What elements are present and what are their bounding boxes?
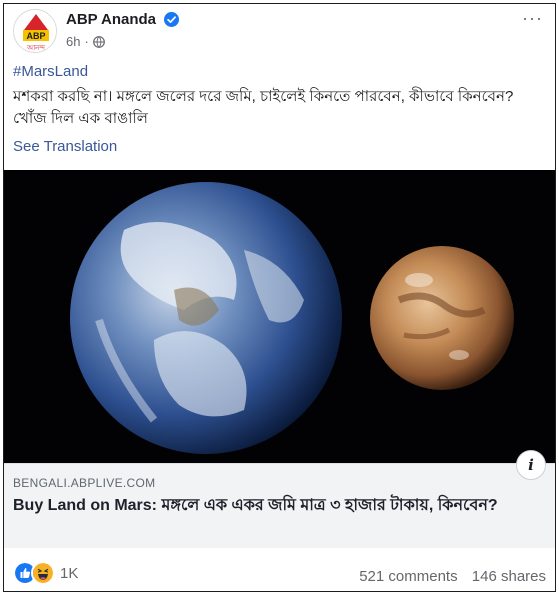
more-options-icon[interactable]: ··· <box>522 8 543 29</box>
info-icon[interactable]: i <box>516 450 546 480</box>
earth <box>70 182 342 454</box>
post-text: মশকরা করছি না। মঙ্গলে জলের দরে জমি, চাইল… <box>13 88 514 127</box>
engagement-counts: 521 comments 146 shares <box>359 568 546 585</box>
globe-icon[interactable] <box>92 35 105 48</box>
hashtag-link[interactable]: #MarsLand <box>13 62 547 82</box>
meta-separator: · <box>84 34 89 49</box>
avatar-brand: ABP <box>26 31 45 41</box>
post-header: ABP আনন্দ ABP Ananda 6h · ··· <box>4 4 555 59</box>
post-time[interactable]: 6h <box>66 34 80 49</box>
link-domain: BENGALI.ABPLIVE.COM <box>13 476 156 490</box>
post-body: #MarsLand মশকরা করছি না। মঙ্গলে জলের দরে… <box>13 62 547 155</box>
post-footer: 1K 521 comments 146 shares <box>4 548 555 591</box>
reaction-count[interactable]: 1K <box>60 565 78 582</box>
link-title[interactable]: Buy Land on Mars: মঙ্গলে এক একর জমি মাত্… <box>13 495 548 516</box>
link-preview[interactable]: BENGALI.ABPLIVE.COM Buy Land on Mars: মঙ… <box>4 450 555 548</box>
haha-reaction-icon <box>31 561 55 585</box>
mars <box>370 246 514 390</box>
reactions-summary[interactable]: 1K <box>13 561 78 585</box>
avatar-subtext: আনন্দ <box>26 44 45 52</box>
see-translation-link[interactable]: See Translation <box>13 138 547 155</box>
link-preview-image[interactable] <box>4 170 555 463</box>
earth-mars-image <box>4 170 555 463</box>
post-meta: 6h · <box>66 34 105 49</box>
page-name[interactable]: ABP Ananda <box>66 11 156 28</box>
shares-count[interactable]: 146 shares <box>472 568 546 585</box>
comments-count[interactable]: 521 comments <box>359 568 457 585</box>
verified-badge-icon <box>164 12 179 27</box>
page-avatar[interactable]: ABP আনন্দ <box>13 9 57 53</box>
abp-logo-icon: ABP আনন্দ <box>14 10 56 52</box>
post-card: ABP আনন্দ ABP Ananda 6h · ··· #MarsLand … <box>3 3 556 592</box>
